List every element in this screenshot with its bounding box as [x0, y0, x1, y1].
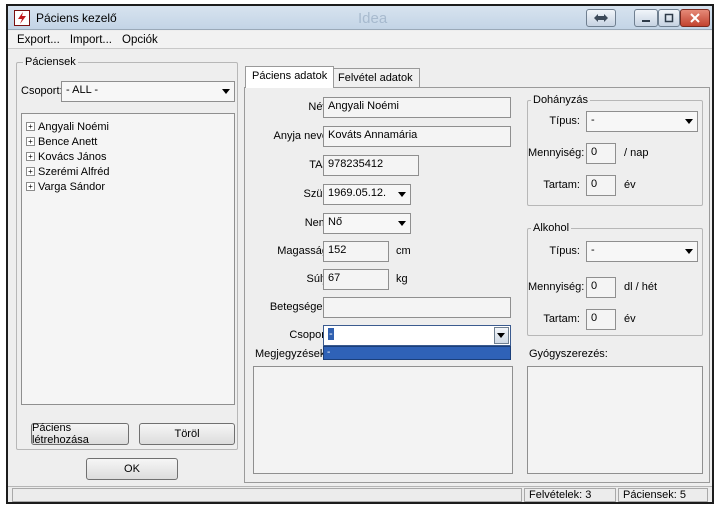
title-watermark: Idea — [358, 10, 388, 27]
patients-group-title: Páciensek — [23, 56, 78, 68]
smoking-group: Dohányzás Típus: - Mennyiség: 0 / nap Ta… — [527, 94, 703, 206]
diseases-label: Betegségek: — [269, 301, 331, 313]
window-title: Páciens kezelő — [36, 11, 117, 25]
patient-name: Kovács János — [38, 150, 107, 163]
medication-label: Gyógyszerezés: — [529, 348, 608, 360]
alcohol-type-value: - — [591, 244, 595, 256]
alcohol-group: Alkohol Típus: - Mennyiség: 0 dl / hét T… — [527, 222, 703, 336]
alcohol-group-title: Alkohol — [531, 222, 572, 234]
diseases-field[interactable] — [323, 297, 511, 318]
menu-bar: Export... Import... Opciók — [8, 31, 712, 49]
group-filter-label: Csoport: — [21, 85, 63, 97]
birth-date-picker[interactable]: 1969.05.12. — [323, 184, 411, 205]
weight-unit: kg — [396, 273, 408, 285]
alcohol-type-label: Típus: — [549, 245, 580, 257]
birth-date-value: 1969.05.12. — [328, 187, 387, 199]
maximize-icon — [664, 13, 674, 23]
alcohol-amount-field[interactable]: 0 — [586, 277, 616, 298]
title-bar: Páciens kezelő Idea — [8, 6, 712, 30]
maximize-button[interactable] — [658, 9, 680, 27]
expand-icon[interactable]: + — [26, 137, 35, 146]
expand-icon[interactable]: + — [26, 122, 35, 131]
alcohol-amount-label: Mennyiség: — [528, 281, 585, 293]
create-patient-button[interactable]: Páciens létrehozása — [31, 422, 129, 446]
expand-icon[interactable]: + — [26, 182, 35, 191]
smoking-group-title: Dohányzás — [531, 94, 591, 106]
group-filter-select[interactable]: - ALL - — [61, 81, 235, 102]
expand-icon[interactable]: + — [26, 152, 35, 161]
delete-button[interactable]: Töröl — [139, 423, 235, 445]
minimize-icon — [642, 20, 650, 22]
tab-patient-data[interactable]: Páciens adatok — [245, 66, 335, 88]
patient-tree-item[interactable]: + Szerémi Alfréd — [26, 165, 110, 178]
status-empty-cell — [12, 488, 522, 502]
smoking-type-select[interactable]: - — [586, 111, 698, 132]
height-field[interactable]: 152 — [323, 241, 389, 262]
name-field[interactable]: Angyali Noémi — [323, 97, 511, 118]
chevron-down-icon — [222, 89, 230, 94]
medication-textarea[interactable] — [527, 366, 703, 474]
close-button[interactable] — [680, 9, 710, 27]
expand-icon[interactable]: + — [26, 167, 35, 176]
menu-export[interactable]: Export... — [12, 34, 65, 46]
smoking-amount-unit: / nap — [624, 147, 649, 159]
sex-select[interactable]: Nő — [323, 213, 411, 234]
tab-admission-data[interactable]: Felvétel adatok — [331, 68, 420, 88]
patient-tree-item[interactable]: + Varga Sándor — [26, 180, 105, 193]
patient-group-value: - — [328, 328, 334, 340]
app-window: Páciens kezelő Idea Export... Import... … — [6, 4, 714, 504]
status-patients: Páciensek: 5 — [618, 488, 708, 502]
alcohol-duration-unit: év — [624, 313, 636, 325]
smoking-duration-label: Tartam: — [543, 179, 580, 191]
notes-label: Megjegyzések: — [255, 348, 329, 360]
switch-window-button[interactable] — [586, 9, 616, 27]
patient-name: Szerémi Alfréd — [38, 165, 110, 178]
alcohol-duration-label: Tartam: — [543, 313, 580, 325]
app-lightning-icon — [14, 10, 30, 26]
smoking-duration-field[interactable]: 0 — [586, 175, 616, 196]
mother-name-field[interactable]: Kováts Annamária — [323, 126, 511, 147]
arrows-icon — [594, 14, 608, 22]
sex-value: Nő — [328, 216, 343, 228]
smoking-duration-unit: év — [624, 179, 636, 191]
chevron-down-icon — [685, 119, 693, 124]
chevron-down-icon — [685, 249, 693, 254]
chevron-down-icon — [497, 333, 505, 338]
status-bar: Felvételek: 3 Páciensek: 5 — [8, 486, 712, 502]
dropdown-option[interactable]: - — [323, 346, 511, 360]
chevron-down-icon — [398, 221, 406, 226]
patient-tree-item[interactable]: + Bence Anett — [26, 135, 97, 148]
smoking-type-label: Típus: — [549, 115, 580, 127]
ok-button[interactable]: OK — [86, 458, 178, 480]
alcohol-amount-unit: dl / hét — [624, 281, 658, 293]
menu-options[interactable]: Opciók — [117, 34, 163, 46]
patient-tree[interactable]: + Angyali Noémi + Bence Anett + Kovács J… — [21, 113, 235, 405]
chevron-down-icon — [398, 192, 406, 197]
notes-textarea[interactable] — [253, 366, 513, 474]
smoking-amount-label: Mennyiség: — [528, 147, 585, 159]
status-admissions: Felvételek: 3 — [524, 488, 616, 502]
patient-name: Angyali Noémi — [38, 120, 109, 133]
taj-field[interactable]: 978235412 — [323, 155, 419, 176]
menu-import[interactable]: Import... — [65, 34, 117, 46]
weight-field[interactable]: 67 — [323, 269, 389, 290]
patient-tree-item[interactable]: + Kovács János — [26, 150, 106, 163]
smoking-amount-field[interactable]: 0 — [586, 143, 616, 164]
alcohol-type-select[interactable]: - — [586, 241, 698, 262]
smoking-type-value: - — [591, 114, 595, 126]
minimize-button[interactable] — [634, 9, 658, 27]
patient-group-select[interactable]: - — [323, 325, 511, 346]
group-filter-value: - ALL - — [66, 84, 98, 96]
alcohol-duration-field[interactable]: 0 — [586, 309, 616, 330]
patient-name: Bence Anett — [38, 135, 98, 148]
patient-tree-item[interactable]: + Angyali Noémi — [26, 120, 109, 133]
height-unit: cm — [396, 245, 411, 257]
patient-data-panel: Név: Angyali Noémi Anyja neve: Kováts An… — [244, 87, 710, 483]
patients-group: Páciensek Csoport: - ALL - + Angyali Noé… — [16, 56, 238, 450]
close-icon — [690, 13, 700, 23]
patient-name: Varga Sándor — [38, 180, 106, 193]
